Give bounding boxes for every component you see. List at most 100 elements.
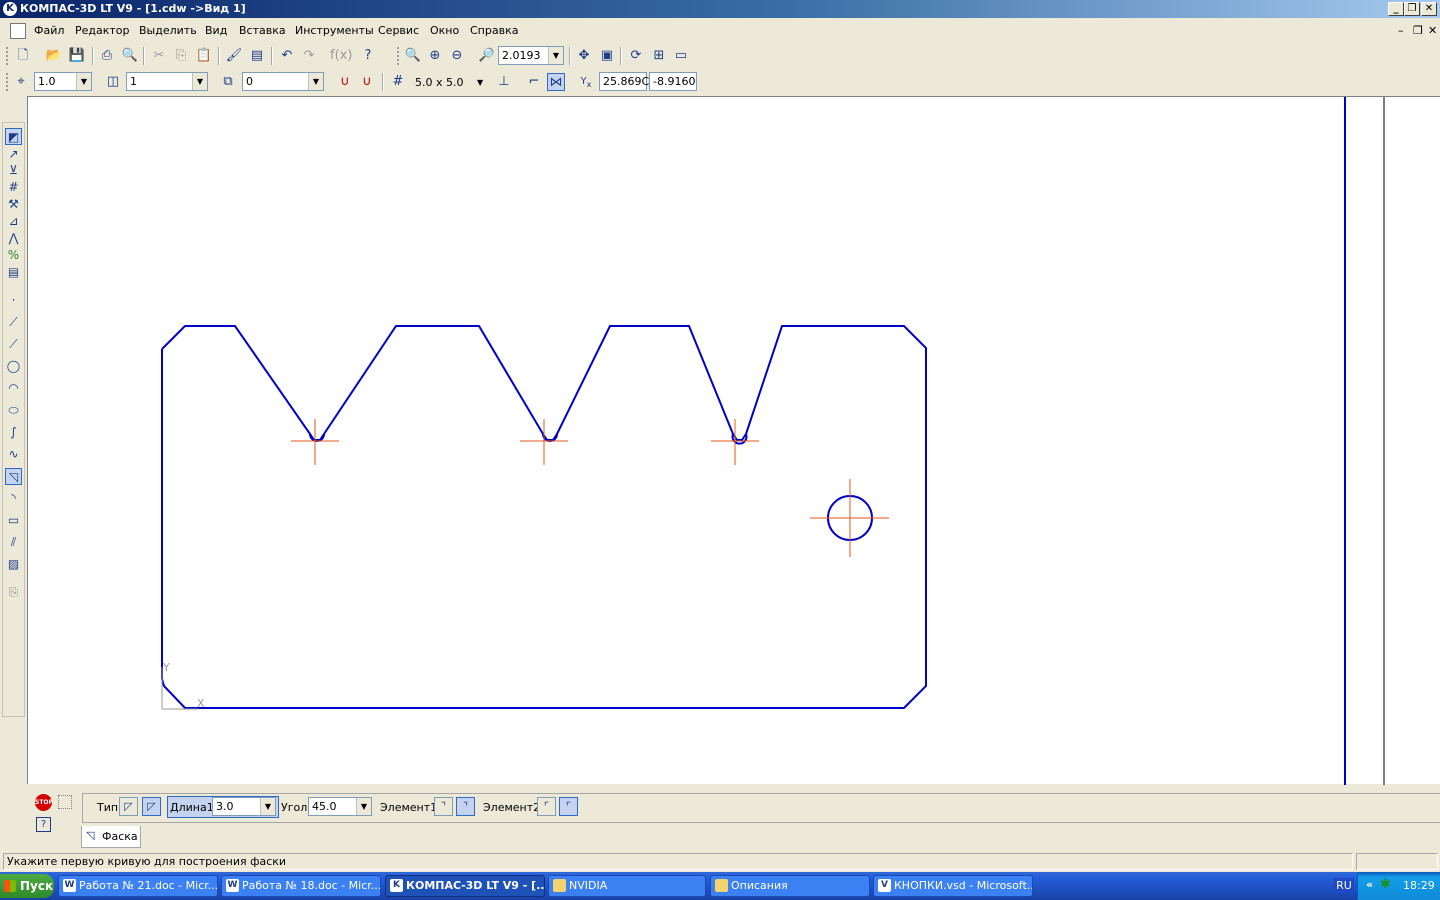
type-length-angle-button[interactable]: ◸ xyxy=(119,797,138,816)
measure-icon[interactable]: ⊿ xyxy=(5,213,22,230)
local-coords-icon[interactable]: ⊥ xyxy=(495,73,513,91)
restore-button[interactable]: ❐ xyxy=(1404,2,1420,16)
menu-file[interactable]: Файл xyxy=(34,24,64,37)
chevron-down-icon[interactable]: ▼ xyxy=(477,78,483,87)
part-outline[interactable] xyxy=(161,325,927,709)
minimize-button[interactable]: _ xyxy=(1388,2,1404,16)
chevron-down-icon[interactable]: ▼ xyxy=(76,73,91,90)
chevron-down-icon[interactable]: ▼ xyxy=(192,73,207,90)
style-combo[interactable]: 0 ▼ xyxy=(242,72,324,91)
menu-help[interactable]: Справка xyxy=(470,24,518,37)
cursor-step-icon[interactable]: ⌖ xyxy=(12,73,30,91)
menu-tools[interactable]: Инструменты xyxy=(295,24,374,37)
language-indicator[interactable]: RU xyxy=(1334,878,1354,894)
kompas-app-icon[interactable]: K xyxy=(3,2,17,16)
task-visio[interactable]: V КНОПКИ.vsd - Microsoft... xyxy=(873,875,1033,897)
reports-icon[interactable]: ▤ xyxy=(5,264,22,281)
zoom-in-icon[interactable]: ⊕ xyxy=(426,47,444,65)
print-icon[interactable]: ⎙ xyxy=(98,47,116,65)
menu-select[interactable]: Выделить xyxy=(139,24,197,37)
layer-state-icon[interactable]: ⧉ xyxy=(219,73,237,91)
round-icon[interactable]: ⋈ xyxy=(547,73,565,91)
snap-magnet-icon[interactable]: ∪ xyxy=(336,73,354,91)
geometry-panel-icon[interactable]: ◩ xyxy=(5,128,22,145)
doc-minimize-button[interactable]: – xyxy=(1398,24,1404,37)
bezier-icon[interactable]: ∫ xyxy=(5,424,22,441)
zoom-scale-icon[interactable]: 🔎 xyxy=(478,47,496,65)
drawing-canvas[interactable]: Y X xyxy=(27,96,1440,785)
variables-icon[interactable]: f(x) xyxy=(330,47,352,65)
menu-insert[interactable]: Вставка xyxy=(239,24,286,37)
arc-icon[interactable]: ◠ xyxy=(5,380,22,397)
properties-icon[interactable]: ▤ xyxy=(248,47,266,65)
menu-editor[interactable]: Редактор xyxy=(75,24,130,37)
toolbar-grip[interactable] xyxy=(6,47,9,65)
select-icon[interactable]: ⋀ xyxy=(5,230,22,247)
spec-icon[interactable]: % xyxy=(5,247,22,264)
start-button[interactable]: Пуск xyxy=(0,874,54,898)
cut-icon[interactable]: ✂ xyxy=(150,47,168,65)
bug-icon[interactable]: ✱ xyxy=(1380,877,1391,892)
undo-icon[interactable]: ↶ xyxy=(278,47,296,65)
layer-combo[interactable]: 1 ▼ xyxy=(126,72,208,91)
chevron-down-icon[interactable]: ▼ xyxy=(548,47,563,64)
circle-icon[interactable]: ◯ xyxy=(5,358,22,375)
copy-icon[interactable]: ⎘ xyxy=(172,47,190,65)
save-icon[interactable]: 💾 xyxy=(68,47,86,65)
context-help-icon[interactable]: ? xyxy=(359,47,377,65)
zoom-window-icon[interactable]: 🔍 xyxy=(404,47,422,65)
editing-icon[interactable]: ⚒ xyxy=(5,196,22,213)
toolbar-grip[interactable] xyxy=(6,73,9,91)
element2-keep-button[interactable]: ⌜ xyxy=(559,797,578,816)
toolbar-grip[interactable] xyxy=(397,47,400,65)
task-word-21[interactable]: W Работа № 21.doc - Micr... xyxy=(58,875,218,897)
close-button[interactable]: ✕ xyxy=(1421,2,1437,16)
open-icon[interactable]: 📂 xyxy=(45,47,63,65)
snap-settings-icon[interactable]: ∪ xyxy=(358,73,376,91)
refresh-icon[interactable]: ⟳ xyxy=(627,47,645,65)
segment-icon[interactable]: ⟋ xyxy=(5,336,22,353)
chevron-down-icon[interactable]: ▼ xyxy=(260,798,275,815)
dimensions-icon[interactable]: ↗ xyxy=(5,146,22,163)
pan-icon[interactable]: ✥ xyxy=(575,47,593,65)
zoom-out-icon[interactable]: ⊖ xyxy=(448,47,466,65)
element2-trim-button[interactable]: ⌜ xyxy=(537,797,556,816)
pin-icon[interactable] xyxy=(58,795,72,809)
doc-restore-button[interactable]: ❐ xyxy=(1413,24,1423,37)
ortho-icon[interactable]: ⌐ xyxy=(525,73,543,91)
type-two-lengths-button[interactable]: ◸ xyxy=(142,797,161,816)
help-icon[interactable]: ? xyxy=(36,817,51,832)
grid-icon[interactable]: # xyxy=(389,73,407,91)
drawing-svg[interactable]: Y X xyxy=(28,97,1440,785)
equidistant-icon[interactable]: ⫽ xyxy=(5,534,22,551)
print-preview-icon[interactable]: 🔍 xyxy=(121,47,139,65)
point-icon[interactable]: · xyxy=(5,292,22,309)
polyline-icon[interactable]: ∿ xyxy=(5,446,22,463)
chevron-down-icon[interactable]: ▼ xyxy=(356,798,371,815)
rectangle-icon[interactable]: ▭ xyxy=(5,512,22,529)
fit-all-icon[interactable]: ▣ xyxy=(598,47,616,65)
menu-window[interactable]: Окно xyxy=(430,24,459,37)
menu-service[interactable]: Сервис xyxy=(378,24,419,37)
new-document-icon[interactable]: 🗋 xyxy=(14,47,32,65)
task-opisaniya[interactable]: Описания xyxy=(710,875,870,897)
display-icon[interactable]: ▭ xyxy=(672,47,690,65)
task-word-18[interactable]: W Работа № 18.doc - Micr... xyxy=(221,875,381,897)
task-nvidia[interactable]: NVIDIA xyxy=(548,875,706,897)
menu-view[interactable]: Вид xyxy=(205,24,227,37)
clock[interactable]: 18:29 xyxy=(1403,879,1435,892)
auxiliary-line-icon[interactable]: ⟋ xyxy=(5,314,22,331)
tray-expand-icon[interactable]: « xyxy=(1366,878,1373,891)
step-combo[interactable]: 1.0 ▼ xyxy=(34,72,92,91)
angle-combo[interactable]: 45.0 ▼ xyxy=(308,797,372,816)
symbols-icon[interactable]: ⊻ xyxy=(5,162,22,179)
paste-icon[interactable]: 📋 xyxy=(195,47,213,65)
redo-icon[interactable]: ↷ xyxy=(300,47,318,65)
current-layer-icon[interactable]: ◫ xyxy=(104,73,122,91)
ellipse-icon[interactable]: ⬭ xyxy=(5,402,22,419)
tab-chamfer[interactable]: ◹ Фаска xyxy=(81,826,141,848)
doc-close-button[interactable]: ✕ xyxy=(1428,24,1437,37)
coord-y-field[interactable]: -8.9160 xyxy=(649,72,697,91)
hatch-icon[interactable]: ▨ xyxy=(5,556,22,573)
document-icon[interactable] xyxy=(10,23,26,39)
